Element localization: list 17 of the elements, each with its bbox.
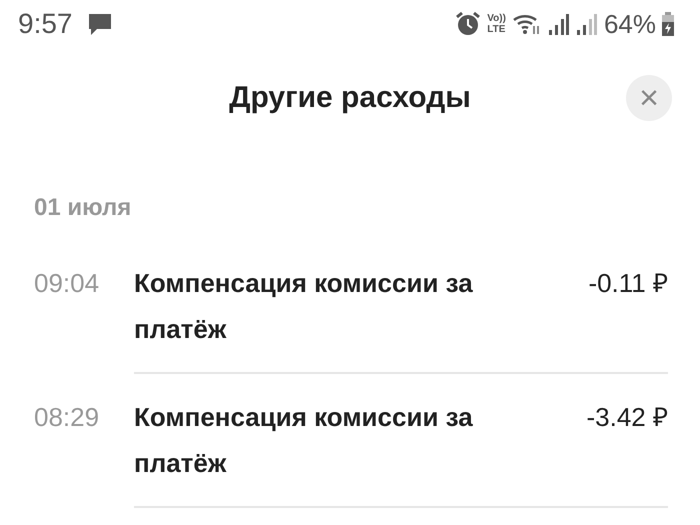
transaction-amount: -0.11 ₽ [588,267,668,300]
message-icon [86,11,112,37]
date-heading: 01 июля [34,194,132,222]
transaction-title[interactable]: Компенсация комиссии за платёж [134,260,534,352]
signal-icon [548,12,570,36]
transaction-amount: -3.42 ₽ [586,401,668,434]
volte-label: Vo)) LTE [487,13,506,35]
transaction-time: 08:29 [34,401,100,434]
signal-icon [576,12,598,36]
battery-percent: 64% [604,8,656,40]
transaction-time: 09:04 [34,267,100,300]
wifi-icon [512,12,542,36]
alarm-icon [455,11,482,37]
screen-title: Другие расходы [229,81,471,115]
transaction-title[interactable]: Компенсация комиссии за платёж [134,394,534,486]
status-time: 9:57 [18,8,72,40]
battery-icon [662,12,674,36]
